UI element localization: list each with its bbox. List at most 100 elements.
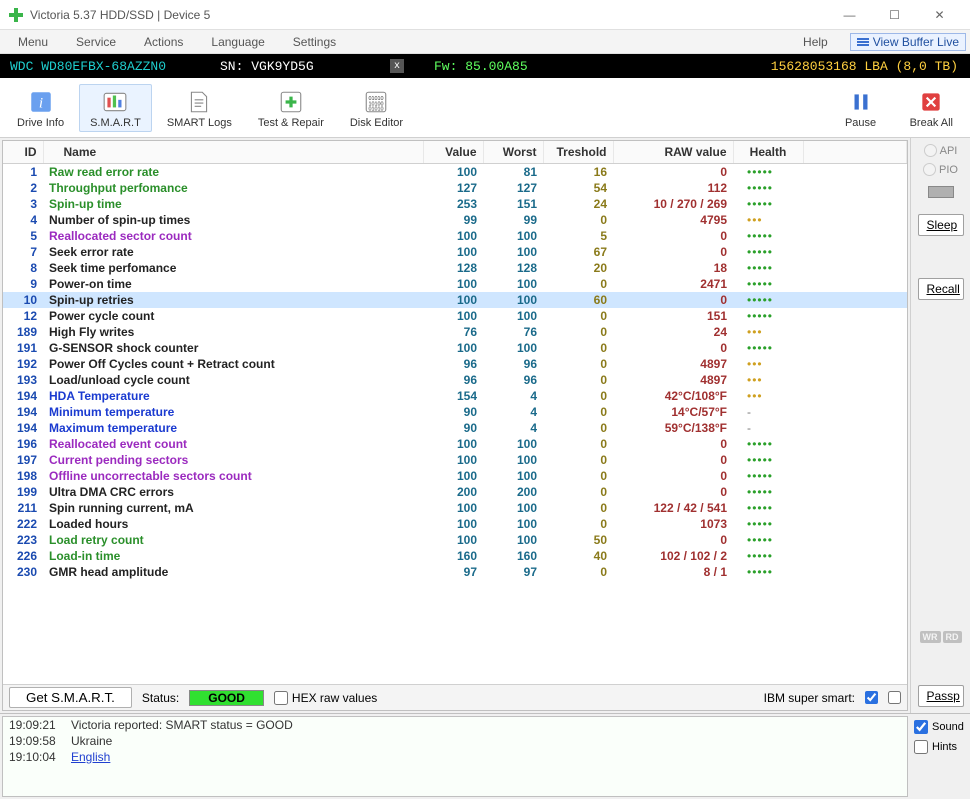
table-row[interactable]: 222Loaded hours10010001073••••• <box>3 516 907 532</box>
cell-worst: 99 <box>483 212 543 228</box>
log-row[interactable]: 19:09:21Victoria reported: SMART status … <box>3 717 907 733</box>
cell-health: ••••• <box>733 516 803 532</box>
col-health[interactable]: Health <box>733 141 803 164</box>
cell-threshold: 60 <box>543 292 613 308</box>
table-row[interactable]: 194Minimum temperature904014°C/57°F- <box>3 404 907 420</box>
tab-smart[interactable]: S.M.A.R.T <box>79 84 152 132</box>
break-all-button[interactable]: Break All <box>899 84 964 132</box>
cell-raw: 0 <box>613 340 733 356</box>
menu-settings[interactable]: Settings <box>279 35 350 49</box>
close-button[interactable]: ✕ <box>917 1 962 29</box>
cell-worst: 100 <box>483 500 543 516</box>
menu-service[interactable]: Service <box>62 35 130 49</box>
cell-threshold: 50 <box>543 532 613 548</box>
table-row[interactable]: 8Seek time perfomance1281282018••••• <box>3 260 907 276</box>
table-row[interactable]: 191G-SENSOR shock counter10010000••••• <box>3 340 907 356</box>
cell-name: Maximum temperature <box>43 420 423 436</box>
table-row[interactable]: 230GMR head amplitude979708 / 1••••• <box>3 564 907 580</box>
table-row[interactable]: 198Offline uncorrectable sectors count10… <box>3 468 907 484</box>
col-id[interactable]: ID <box>3 141 43 164</box>
cell-health: ••••• <box>733 452 803 468</box>
passp-button[interactable]: Passp <box>918 685 964 707</box>
cell-id: 192 <box>3 356 43 372</box>
clear-sn-button[interactable]: x <box>390 59 404 73</box>
cell-health: ••••• <box>733 164 803 181</box>
table-row[interactable]: 189High Fly writes7676024••• <box>3 324 907 340</box>
table-row[interactable]: 226Load-in time16016040102 / 102 / 2••••… <box>3 548 907 564</box>
tab-test-repair[interactable]: Test & Repair <box>247 84 335 132</box>
table-row[interactable]: 194Maximum temperature904059°C/138°F- <box>3 420 907 436</box>
col-raw[interactable]: RAW value <box>613 141 733 164</box>
table-row[interactable]: 7Seek error rate100100670••••• <box>3 244 907 260</box>
tab-drive-info[interactable]: i Drive Info <box>6 84 75 132</box>
col-name[interactable]: Name <box>43 141 423 164</box>
log-row[interactable]: 19:09:58Ukraine <box>3 733 907 749</box>
menu-language[interactable]: Language <box>197 35 278 49</box>
cell-health: ••••• <box>733 532 803 548</box>
table-row[interactable]: 9Power-on time10010002471••••• <box>3 276 907 292</box>
table-row[interactable]: 1Raw read error rate10081160••••• <box>3 164 907 181</box>
table-row[interactable]: 199Ultra DMA CRC errors20020000••••• <box>3 484 907 500</box>
api-radio[interactable]: API <box>924 144 958 157</box>
view-buffer-live-button[interactable]: View Buffer Live <box>850 33 966 51</box>
cell-worst: 100 <box>483 276 543 292</box>
col-value[interactable]: Value <box>423 141 483 164</box>
cell-raw: 42°C/108°F <box>613 388 733 404</box>
table-row[interactable]: 211Spin running current, mA1001000122 / … <box>3 500 907 516</box>
log-row[interactable]: 19:10:04English <box>3 749 907 765</box>
table-row[interactable]: 223Load retry count100100500••••• <box>3 532 907 548</box>
col-worst[interactable]: Worst <box>483 141 543 164</box>
tab-disk-editor[interactable]: 010101010001010 Disk Editor <box>339 84 414 132</box>
table-row[interactable]: 197Current pending sectors10010000••••• <box>3 452 907 468</box>
cell-value: 253 <box>423 196 483 212</box>
log-list[interactable]: 19:09:21Victoria reported: SMART status … <box>2 716 908 797</box>
menu-menu[interactable]: Menu <box>4 35 62 49</box>
get-smart-button[interactable]: Get S.M.A.R.T. <box>9 687 132 708</box>
cell-worst: 100 <box>483 340 543 356</box>
smart-table[interactable]: ID Name Value Worst Treshold RAW value H… <box>3 141 907 684</box>
extra-checkbox[interactable] <box>888 691 901 704</box>
maximize-button[interactable]: ☐ <box>872 1 917 29</box>
table-row[interactable]: 4Number of spin-up times999904795••• <box>3 212 907 228</box>
cell-name: Raw read error rate <box>43 164 423 181</box>
table-row[interactable]: 5Reallocated sector count10010050••••• <box>3 228 907 244</box>
sleep-button[interactable]: Sleep <box>918 214 964 236</box>
cell-value: 100 <box>423 468 483 484</box>
col-threshold[interactable]: Treshold <box>543 141 613 164</box>
ibm-checkbox[interactable] <box>865 691 878 704</box>
cell-name: Seek time perfomance <box>43 260 423 276</box>
table-row[interactable]: 194HDA Temperature1544042°C/108°F••• <box>3 388 907 404</box>
table-row[interactable]: 193Load/unload cycle count969604897••• <box>3 372 907 388</box>
tab-smart-logs[interactable]: SMART Logs <box>156 84 243 132</box>
menu-actions[interactable]: Actions <box>130 35 197 49</box>
cell-threshold: 40 <box>543 548 613 564</box>
table-row[interactable]: 192Power Off Cycles count + Retract coun… <box>3 356 907 372</box>
cell-name: Current pending sectors <box>43 452 423 468</box>
table-row[interactable]: 2Throughput perfomance12712754112••••• <box>3 180 907 196</box>
recall-button[interactable]: Recall <box>918 278 964 300</box>
hex-raw-checkbox[interactable]: HEX raw values <box>274 691 377 705</box>
cell-id: 8 <box>3 260 43 276</box>
table-row[interactable]: 3Spin-up time2531512410 / 270 / 269••••• <box>3 196 907 212</box>
cell-id: 222 <box>3 516 43 532</box>
stop-icon <box>916 87 946 117</box>
table-row[interactable]: 10Spin-up retries100100600••••• <box>3 292 907 308</box>
log-time: 19:09:58 <box>9 734 71 748</box>
cell-raw: 10 / 270 / 269 <box>613 196 733 212</box>
cell-value: 160 <box>423 548 483 564</box>
cell-name: Spin-up retries <box>43 292 423 308</box>
cell-raw: 0 <box>613 292 733 308</box>
sound-checkbox[interactable]: Sound <box>914 720 966 734</box>
minimize-button[interactable]: — <box>827 1 872 29</box>
hints-checkbox[interactable]: Hints <box>914 740 966 754</box>
table-row[interactable]: 196Reallocated event count10010000••••• <box>3 436 907 452</box>
pause-button[interactable]: Pause <box>831 84 891 132</box>
cell-name: Number of spin-up times <box>43 212 423 228</box>
cell-id: 3 <box>3 196 43 212</box>
menu-help[interactable]: Help <box>789 35 842 49</box>
cell-health: ••••• <box>733 468 803 484</box>
table-row[interactable]: 12Power cycle count1001000151••••• <box>3 308 907 324</box>
cell-health: ••••• <box>733 228 803 244</box>
pio-radio[interactable]: PIO <box>923 163 958 176</box>
status-value: GOOD <box>189 690 264 706</box>
